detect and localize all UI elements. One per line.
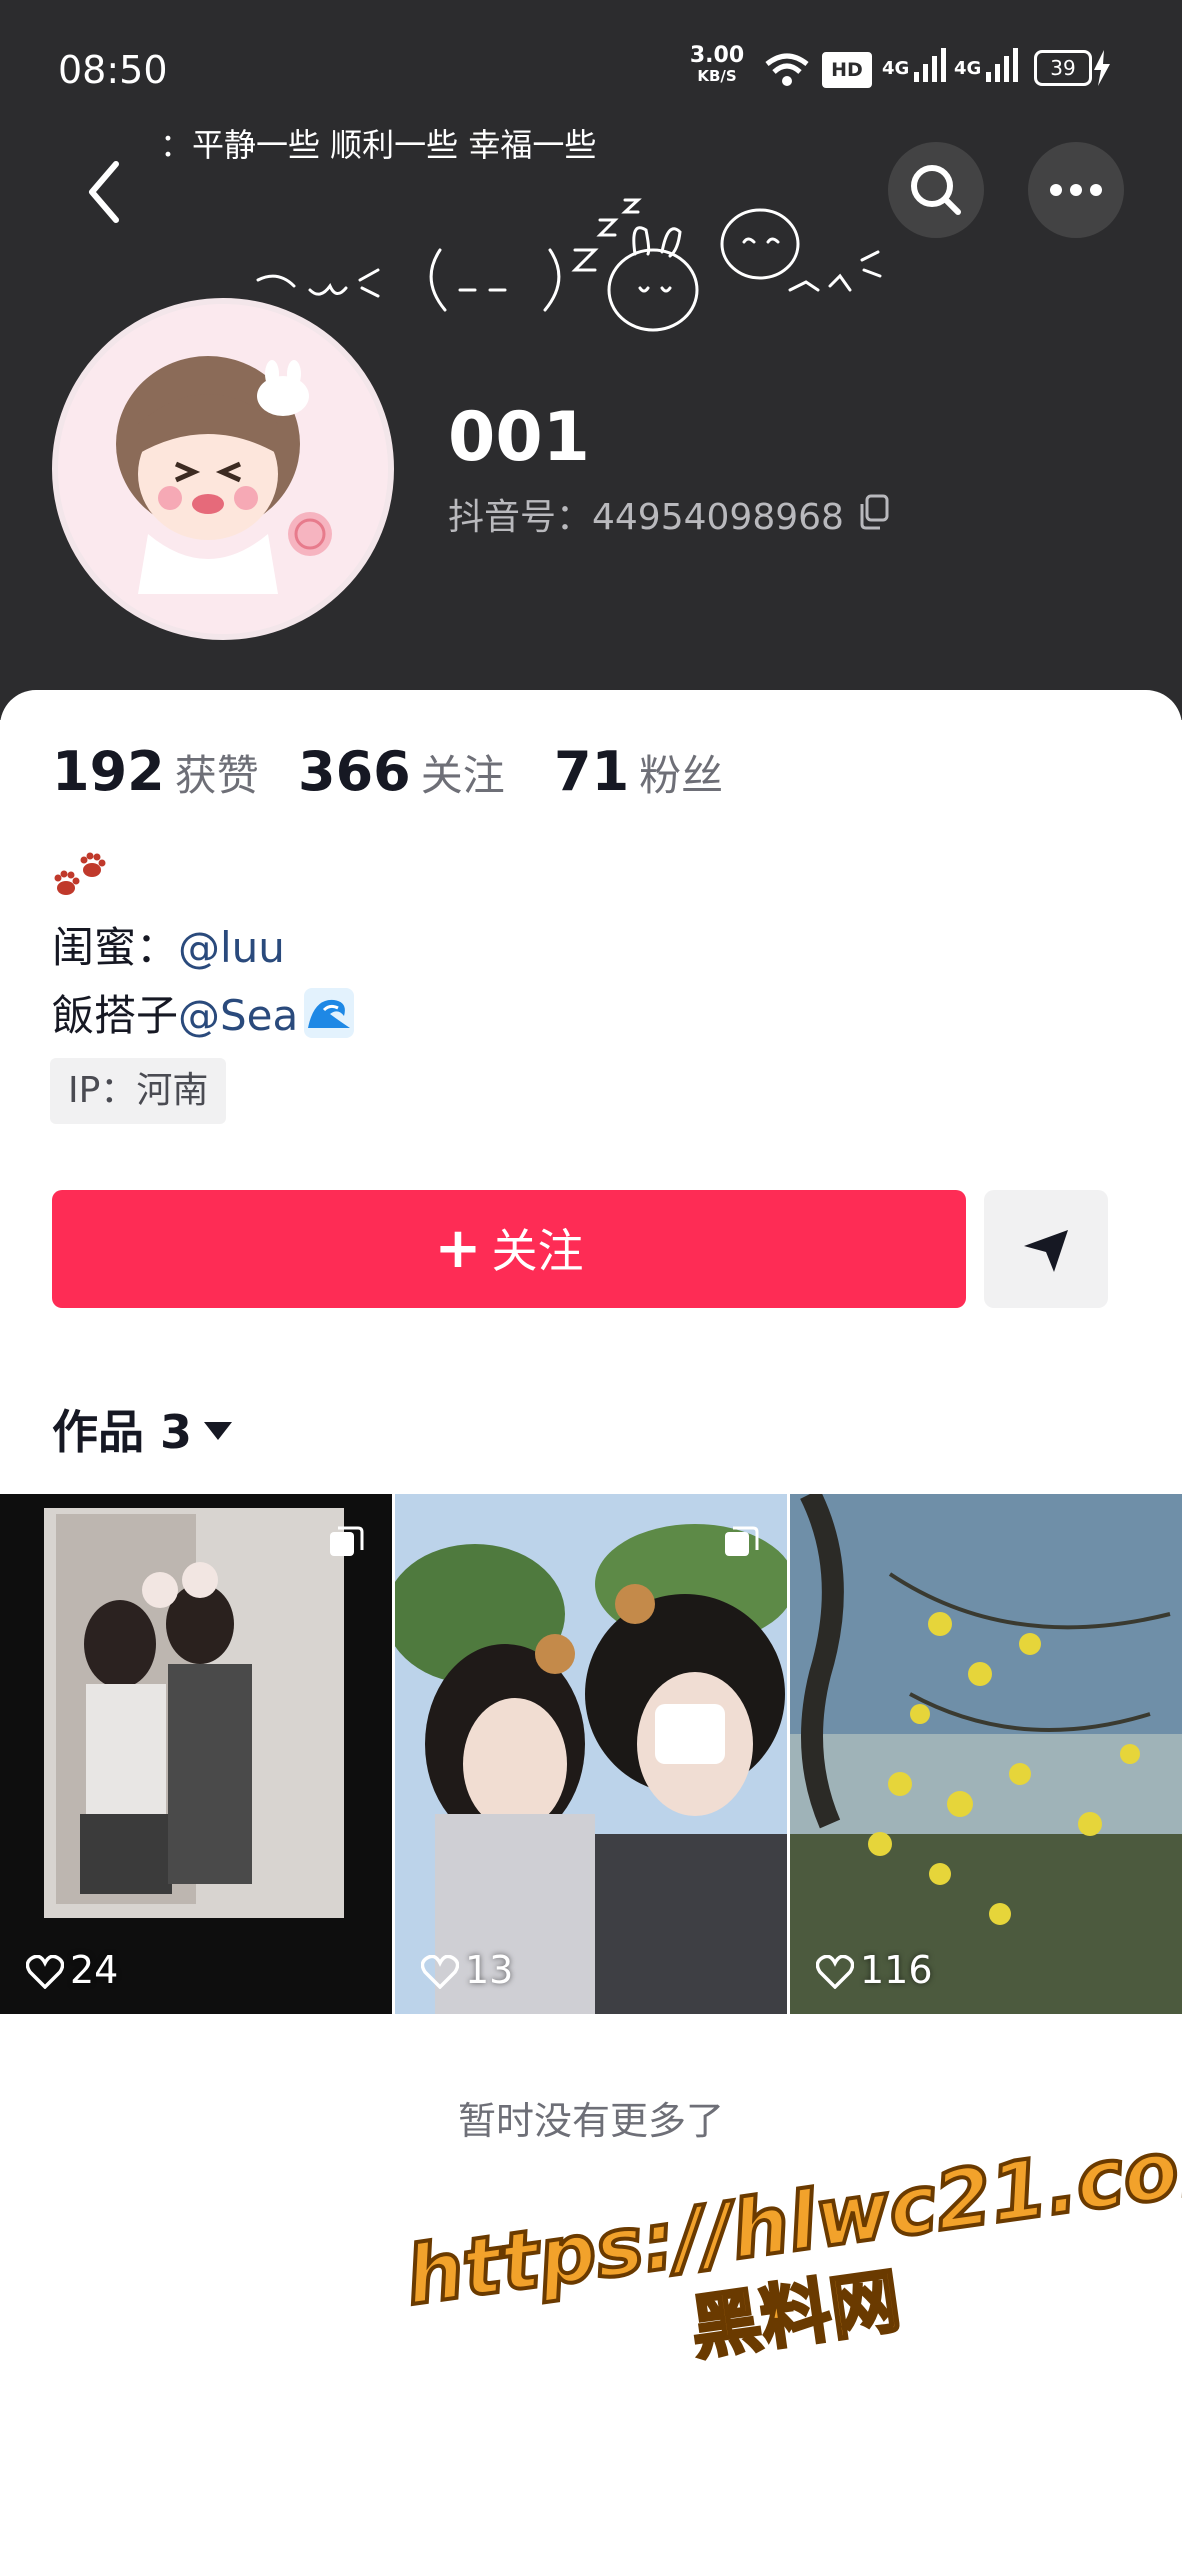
like-count-value: 116 (860, 1948, 933, 1992)
works-grid: 24 13 116 (0, 1494, 1182, 2014)
stat-followers[interactable]: 71 粉丝 (554, 740, 723, 803)
sim1-signal: 4G (882, 48, 947, 82)
stat-value: 192 (52, 740, 165, 803)
stat-value: 366 (298, 740, 411, 803)
plus-icon: + (434, 1216, 482, 1281)
stat-likes[interactable]: 192 获赞 (52, 740, 259, 803)
send-message-button[interactable] (984, 1190, 1108, 1308)
bio-line-1: 闺蜜：@luu (52, 914, 285, 975)
like-count-value: 24 (70, 1948, 119, 1992)
battery-icon: 39 (1034, 50, 1092, 86)
bio-text: 闺蜜： (52, 923, 179, 972)
net-speed-unit: KB/S (697, 67, 737, 85)
follow-label: 关注 (491, 1224, 584, 1278)
profile-nickname: 001 (448, 398, 590, 477)
header-slogan: ：平静一些 顺利一些 幸福一些 (160, 126, 597, 164)
thumbnail-image (790, 1494, 1182, 2014)
paw-emoji-icon (54, 852, 106, 895)
search-button[interactable] (888, 142, 984, 238)
multi-image-icon (330, 1526, 364, 1556)
stat-label: 关注 (420, 751, 505, 800)
back-button[interactable] (70, 150, 140, 230)
thumbnail-image (0, 1494, 392, 2014)
douyin-id: 抖音号：44954098968 (448, 497, 844, 538)
avatar[interactable] (52, 298, 394, 640)
heart-icon (25, 1954, 65, 1990)
ip-location-badge: IP：河南 (50, 1058, 227, 1124)
wifi-icon (765, 53, 809, 86)
like-count: 24 (25, 1948, 119, 1992)
search-icon (911, 165, 961, 215)
status-time: 08:50 (58, 48, 168, 92)
copy-icon[interactable] (858, 494, 890, 530)
status-bar: 08:50 3.00 KB/S HD 4G 4G 39 (0, 0, 1182, 120)
like-count: 116 (815, 1948, 933, 1992)
mention-link[interactable]: @Sea (178, 991, 298, 1040)
video-thumbnail[interactable]: 24 (0, 1494, 392, 2014)
bio-line-2: 飯搭子@Sea (52, 982, 355, 1043)
signal-icon (914, 48, 947, 82)
thumbnail-image (395, 1494, 787, 2014)
sim2-label: 4G (954, 58, 982, 79)
multi-image-icon (725, 1526, 759, 1556)
tab-works[interactable]: 作品 3 (52, 1396, 233, 1462)
no-more-content-text: 暂时没有更多了 (457, 2099, 724, 2143)
back-arrow-icon (89, 161, 119, 223)
stat-label: 获赞 (174, 751, 259, 800)
stat-following[interactable]: 366 关注 (298, 740, 505, 803)
wave-emoji-icon (304, 988, 355, 1038)
like-count: 13 (420, 1948, 514, 1992)
profile-header: 08:50 3.00 KB/S HD 4G 4G 39 ：平静一些 顺利一些 幸… (0, 0, 1182, 720)
bio-text: 飯搭子 (52, 991, 179, 1040)
video-thumbnail[interactable]: 116 (790, 1494, 1182, 2014)
more-button[interactable] (1028, 142, 1124, 238)
stat-label: 粉丝 (639, 751, 724, 800)
header-doodle-image (256, 198, 882, 332)
heart-icon (420, 1954, 460, 1990)
mention-link[interactable]: @luu (178, 923, 285, 972)
video-thumbnail[interactable]: 13 (395, 1494, 787, 2014)
signal-icon (986, 48, 1019, 82)
net-speed: 3.00 KB/S (682, 43, 752, 86)
stats-row: 192 获赞 366 关注 71 粉丝 (52, 740, 952, 810)
paper-plane-icon (1024, 1230, 1068, 1272)
net-speed-value: 3.00 (689, 43, 745, 68)
status-icons: 3.00 KB/S HD 4G 4G 39 (682, 43, 1142, 96)
stat-value: 71 (554, 740, 630, 803)
like-count-value: 13 (465, 1948, 514, 1992)
avatar-illustration (58, 304, 388, 634)
caret-down-icon (204, 1422, 233, 1440)
sim1-label: 4G (882, 58, 910, 79)
follow-button[interactable]: + 关注 (52, 1190, 966, 1308)
tab-works-label: 作品 3 (52, 1405, 193, 1459)
more-dots-icon (1050, 184, 1102, 196)
sim2-signal: 4G (954, 48, 1019, 82)
charging-icon (1094, 50, 1110, 86)
hd-badge: HD (822, 52, 872, 88)
heart-icon (815, 1954, 855, 1990)
